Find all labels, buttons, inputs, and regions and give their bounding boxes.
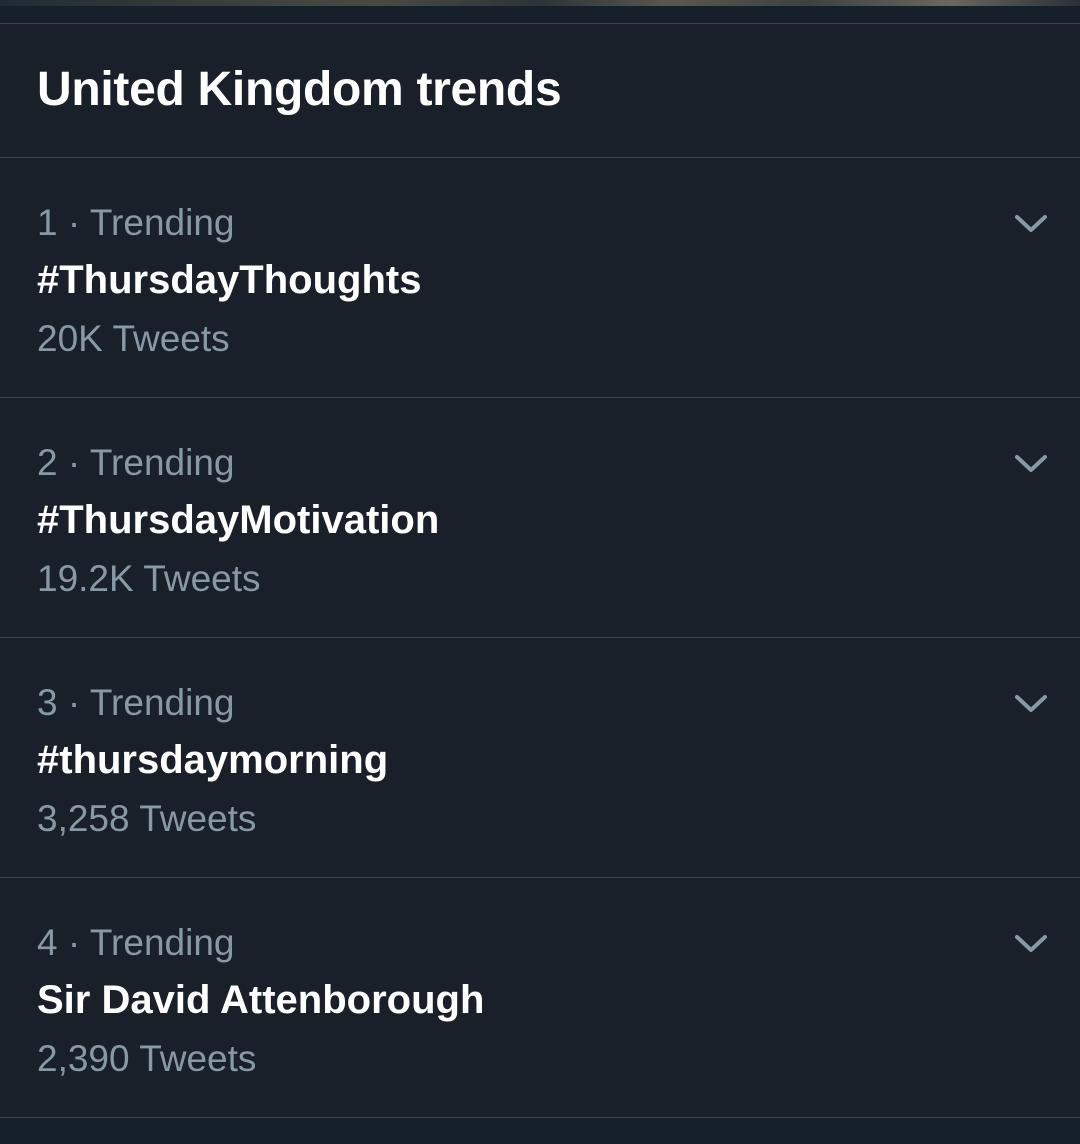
trend-more-button[interactable] <box>1004 922 1058 966</box>
trend-rank: 4 <box>37 922 58 963</box>
trend-tweet-count: 2,390 Tweets <box>37 1038 257 1079</box>
chevron-down-icon <box>1015 695 1047 712</box>
trend-name[interactable]: #thursdaymorning <box>37 738 388 783</box>
trend-separator: · <box>67 922 81 963</box>
trend-more-button[interactable] <box>1004 442 1058 486</box>
trend-rank: 2 <box>37 442 58 483</box>
trend-tweet-count: 19.2K Tweets <box>37 558 261 599</box>
trend-name[interactable]: #ThursdayMotivation <box>37 498 439 543</box>
trend-tweet-count: 20K Tweets <box>37 318 230 359</box>
trend-item[interactable]: 1 · Trending #ThursdayThoughts 20K Tweet… <box>0 158 1080 398</box>
trends-list: 1 · Trending #ThursdayThoughts 20K Tweet… <box>0 158 1080 1118</box>
trends-header: United Kingdom trends <box>0 24 1080 158</box>
page-title: United Kingdom trends <box>37 63 562 116</box>
trend-rank: 1 <box>37 202 58 243</box>
trend-context: Trending <box>89 202 235 243</box>
trend-item[interactable]: 4 · Trending Sir David Attenborough 2,39… <box>0 878 1080 1118</box>
trend-name[interactable]: #ThursdayThoughts <box>37 258 421 303</box>
chevron-down-icon <box>1015 455 1047 472</box>
trend-tweet-count: 3,258 Tweets <box>37 798 257 839</box>
trend-meta: 2 · Trending <box>37 442 234 484</box>
trend-rank: 3 <box>37 682 58 723</box>
section-gap <box>0 6 1080 23</box>
trend-context: Trending <box>89 922 235 963</box>
trend-meta: 1 · Trending <box>37 202 234 244</box>
trend-meta: 4 · Trending <box>37 922 234 964</box>
trend-separator: · <box>67 202 81 243</box>
trend-item[interactable]: 3 · Trending #thursdaymorning 3,258 Twee… <box>0 638 1080 878</box>
trend-separator: · <box>67 442 81 483</box>
trend-more-button[interactable] <box>1004 682 1058 726</box>
trend-meta: 3 · Trending <box>37 682 234 724</box>
chevron-down-icon <box>1015 215 1047 232</box>
trend-item[interactable]: 2 · Trending #ThursdayMotivation 19.2K T… <box>0 398 1080 638</box>
trend-more-button[interactable] <box>1004 202 1058 246</box>
trend-name[interactable]: Sir David Attenborough <box>37 978 484 1023</box>
trend-context: Trending <box>89 682 235 723</box>
chevron-down-icon <box>1015 935 1047 952</box>
trend-separator: · <box>67 682 81 723</box>
trend-context: Trending <box>89 442 235 483</box>
